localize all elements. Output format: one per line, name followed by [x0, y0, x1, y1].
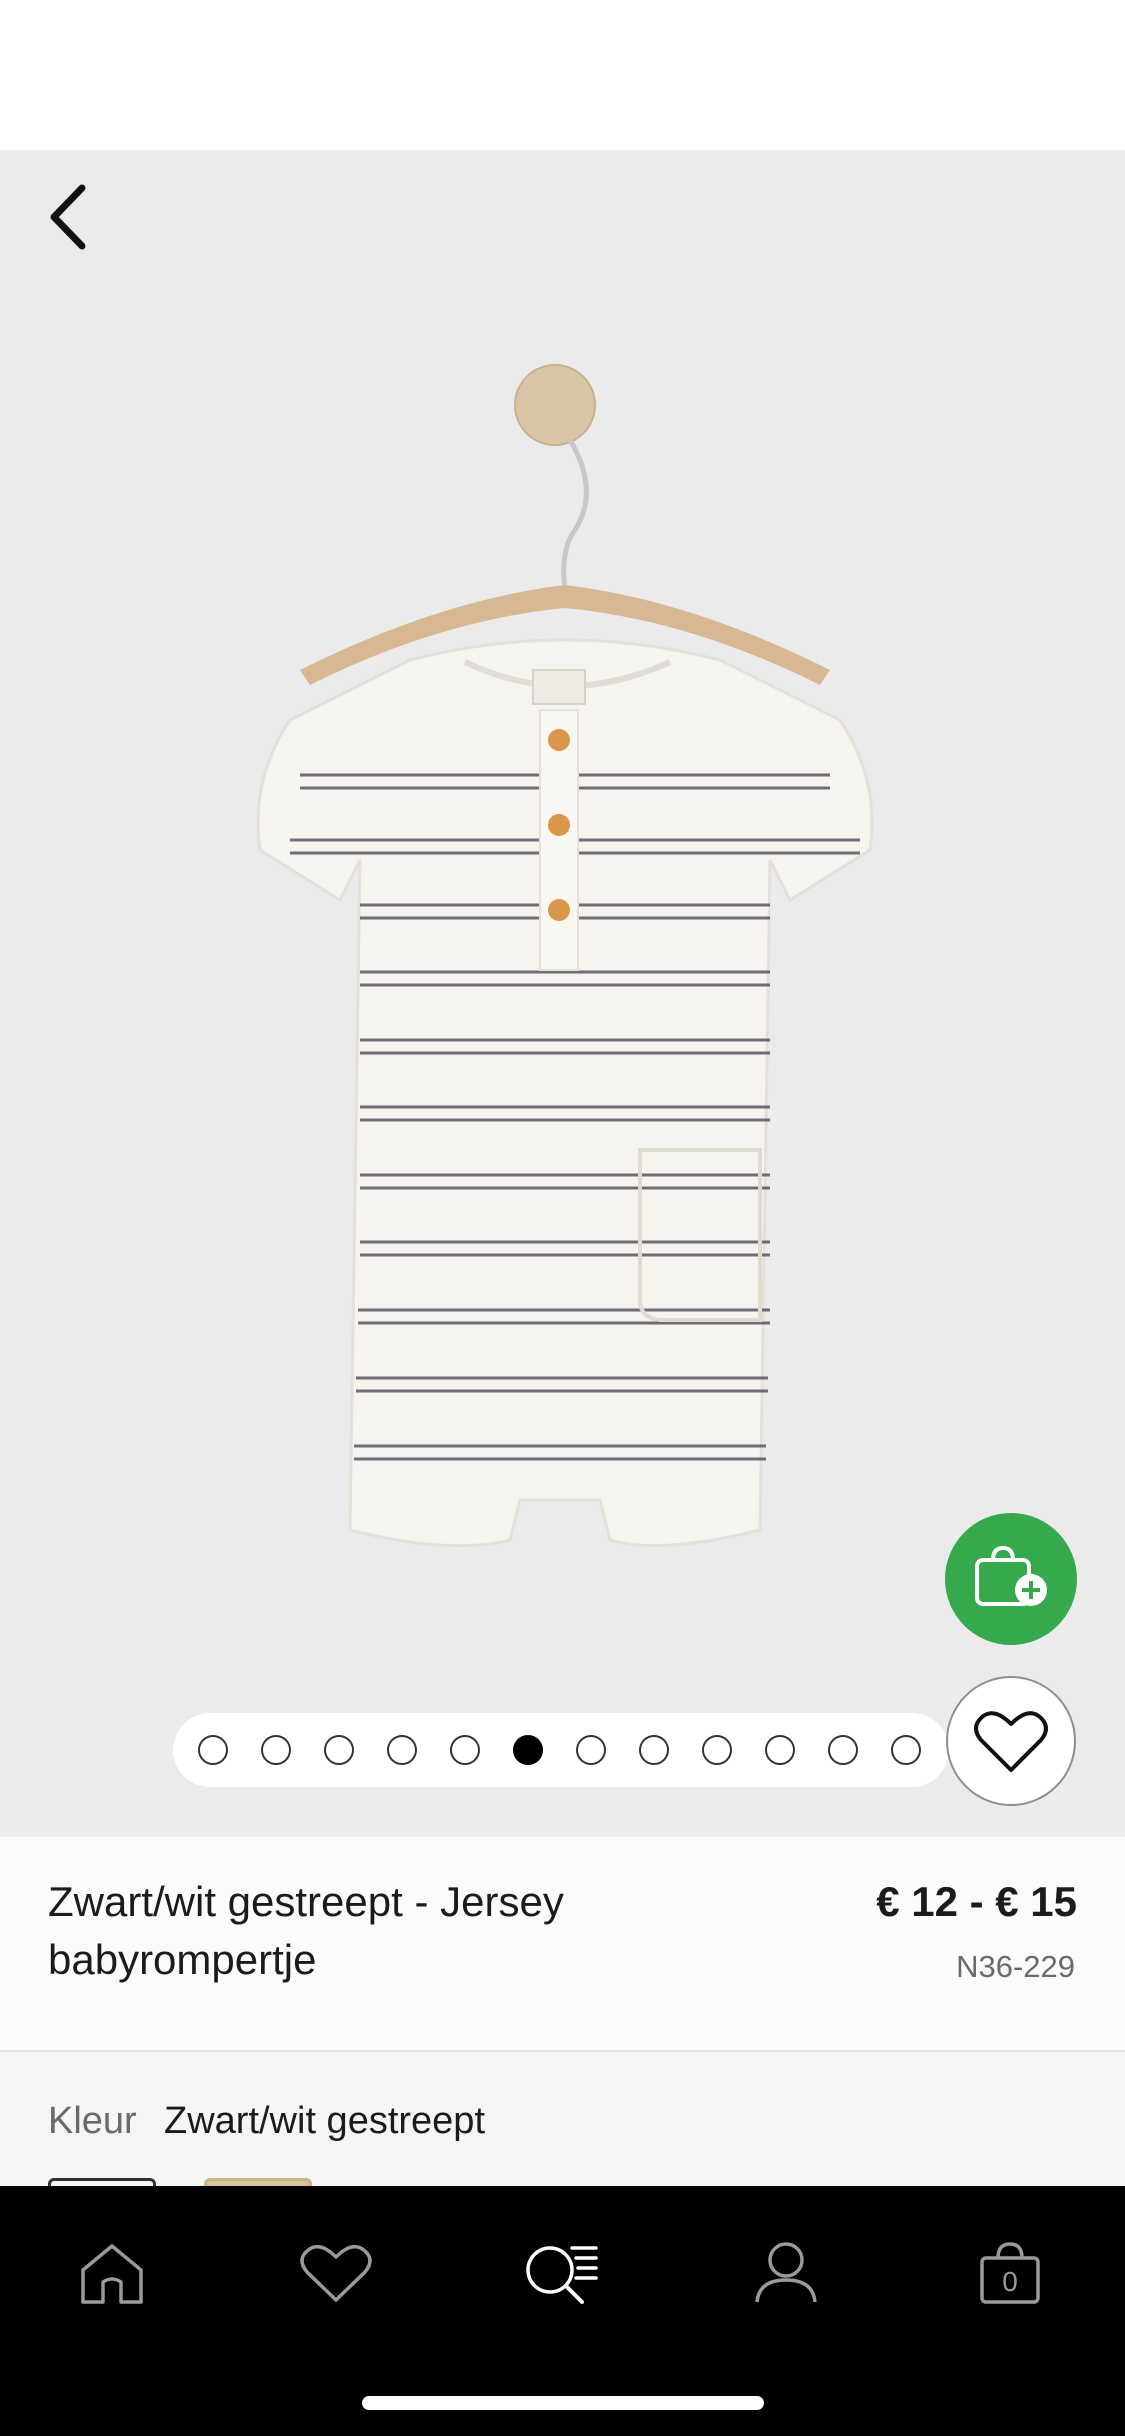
pagination-dot[interactable]: [891, 1735, 921, 1765]
heart-icon: [974, 1711, 1048, 1772]
pagination-dot-active[interactable]: [513, 1735, 543, 1765]
pagination-dot[interactable]: [828, 1735, 858, 1765]
pagination-dot[interactable]: [702, 1735, 732, 1765]
bag-icon: 0: [980, 2242, 1040, 2304]
tab-wishlist[interactable]: [281, 2228, 391, 2318]
heart-icon: [300, 2244, 372, 2302]
cart-count: 0: [1002, 2266, 1018, 2297]
colour-label: Kleur: [48, 2100, 137, 2142]
pagination-dot[interactable]: [387, 1735, 417, 1765]
add-to-bag-button[interactable]: [945, 1513, 1077, 1645]
pagination-dot[interactable]: [450, 1735, 480, 1765]
back-button[interactable]: [38, 182, 98, 252]
account-icon: [755, 2242, 817, 2303]
pagination-dot[interactable]: [261, 1735, 291, 1765]
pagination-dot[interactable]: [765, 1735, 795, 1765]
search-menu-icon: [526, 2246, 598, 2304]
colour-value: Zwart/wit gestreept: [164, 2100, 485, 2142]
status-bar: [0, 0, 1125, 150]
pagination-dot[interactable]: [576, 1735, 606, 1765]
tab-bag[interactable]: 0: [955, 2228, 1065, 2318]
pagination-dot[interactable]: [324, 1735, 354, 1765]
home-indicator[interactable]: [362, 2396, 764, 2410]
pagination-dot[interactable]: [198, 1735, 228, 1765]
image-pagination[interactable]: [173, 1713, 949, 1787]
pagination-dot[interactable]: [639, 1735, 669, 1765]
wishlist-button[interactable]: [946, 1676, 1076, 1806]
product-title: Zwart/wit gestreept - Jersey babyrompert…: [48, 1878, 564, 1983]
product-image: [256, 364, 874, 1548]
product-price: € 12 - € 15: [876, 1878, 1077, 1925]
product-info: Zwart/wit gestreept - Jersey babyrompert…: [0, 1837, 1125, 2052]
tab-account[interactable]: [731, 2228, 841, 2318]
product-code: N36-229: [956, 1949, 1075, 1984]
colour-section: Kleur Zwart/wit gestreept: [0, 2052, 1125, 2190]
tab-home[interactable]: [57, 2228, 167, 2318]
chevron-left-icon: [50, 184, 86, 250]
shopping-bag-plus-icon: [975, 1545, 1047, 1606]
home-icon: [81, 2244, 143, 2304]
tab-search[interactable]: [507, 2228, 617, 2318]
